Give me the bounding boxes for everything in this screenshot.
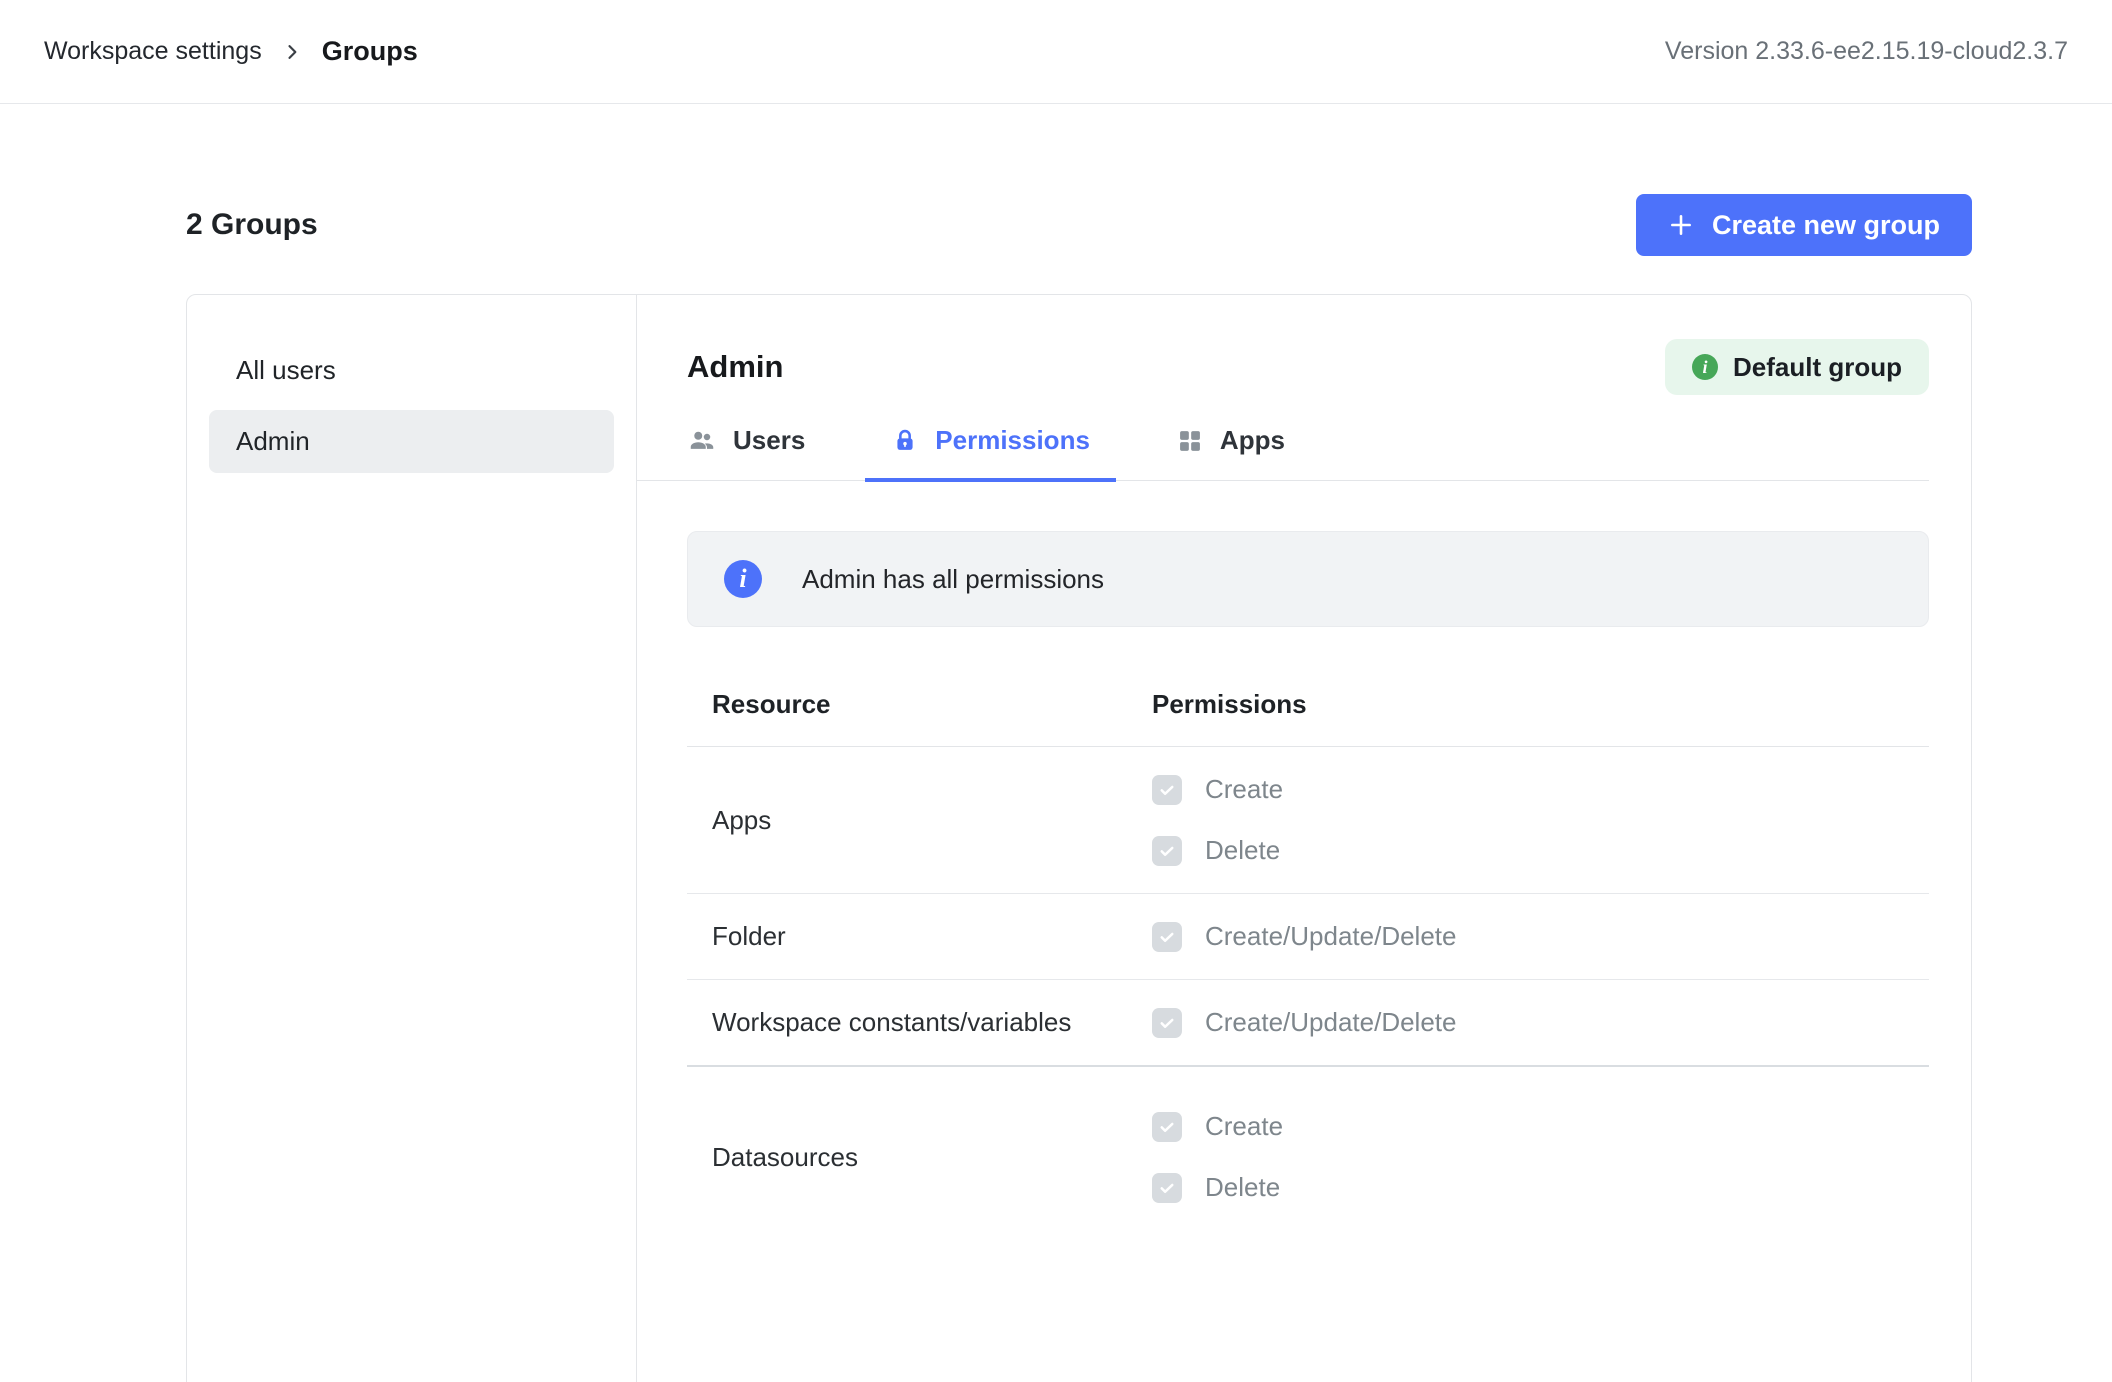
info-icon: i	[1692, 354, 1718, 380]
lock-icon	[891, 427, 919, 455]
users-icon	[687, 426, 717, 456]
group-title: Admin	[687, 349, 783, 385]
table-row-folder: Folder Create/Update/Delete	[687, 894, 1929, 980]
group-detail-panel: Admin i Default group Users	[637, 295, 1971, 1382]
breadcrumb-workspace-settings[interactable]: Workspace settings	[44, 37, 262, 66]
permission-option: Create	[1152, 774, 1929, 805]
tab-permissions[interactable]: Permissions	[865, 425, 1116, 482]
permissions-table-header: Resource Permissions	[687, 675, 1929, 747]
column-header-permissions: Permissions	[1130, 689, 1929, 720]
permissions-table: Resource Permissions Apps Create	[687, 675, 1929, 1243]
grid-icon	[1176, 427, 1204, 455]
create-new-group-label: Create new group	[1712, 210, 1940, 241]
tab-apps[interactable]: Apps	[1150, 425, 1311, 482]
breadcrumb: Workspace settings Groups	[44, 36, 418, 67]
permissions-cell: Create Delete	[1130, 1111, 1929, 1203]
resource-label: Apps	[687, 805, 1130, 836]
table-row-workspace-constants: Workspace constants/variables Create/Upd…	[687, 980, 1929, 1067]
permission-option: Create/Update/Delete	[1152, 1007, 1929, 1038]
groups-count-heading: 2 Groups	[186, 208, 318, 242]
permissions-cell: Create Delete	[1130, 774, 1929, 866]
group-tabs: Users Permissions Apps	[637, 425, 1929, 481]
permissions-info-banner: i Admin has all permissions	[687, 531, 1929, 627]
table-row-apps: Apps Create Delete	[687, 747, 1929, 894]
groups-card: All users Admin Admin i Default group Us…	[186, 294, 1972, 1382]
permission-option: Create/Update/Delete	[1152, 921, 1929, 952]
default-group-badge: i Default group	[1665, 339, 1929, 395]
resource-label: Folder	[687, 921, 1130, 952]
resource-label: Workspace constants/variables	[687, 1007, 1130, 1038]
default-group-badge-label: Default group	[1733, 352, 1902, 383]
tab-users-label: Users	[733, 425, 805, 456]
group-panel-header: Admin i Default group	[687, 339, 1929, 395]
resource-label: Datasources	[687, 1142, 1130, 1173]
permission-option: Delete	[1152, 835, 1929, 866]
table-row-datasources: Datasources Create Delete	[687, 1067, 1929, 1243]
tab-permissions-label: Permissions	[935, 425, 1090, 456]
permissions-cell: Create/Update/Delete	[1130, 1007, 1929, 1038]
checkbox-label: Create	[1205, 774, 1283, 805]
checkbox-label: Create	[1205, 1111, 1283, 1142]
plus-icon	[1668, 212, 1694, 238]
permission-option: Delete	[1152, 1172, 1929, 1203]
checkbox-datasources-create[interactable]	[1152, 1112, 1182, 1142]
column-header-resource: Resource	[687, 689, 1130, 720]
chevron-right-icon	[282, 42, 302, 62]
checkbox-workspace-constants-cud[interactable]	[1152, 1008, 1182, 1038]
permission-option: Create	[1152, 1111, 1929, 1142]
create-new-group-button[interactable]: Create new group	[1636, 194, 1972, 256]
info-circle-icon: i	[724, 560, 762, 598]
permissions-info-text: Admin has all permissions	[802, 564, 1104, 595]
tab-users[interactable]: Users	[661, 425, 831, 482]
top-header: Workspace settings Groups Version 2.33.6…	[0, 0, 2112, 104]
breadcrumb-groups: Groups	[322, 36, 418, 67]
checkbox-datasources-delete[interactable]	[1152, 1173, 1182, 1203]
permissions-cell: Create/Update/Delete	[1130, 921, 1929, 952]
checkbox-label: Delete	[1205, 835, 1280, 866]
checkbox-folder-cud[interactable]	[1152, 922, 1182, 952]
version-label: Version 2.33.6-ee2.15.19-cloud2.3.7	[1665, 37, 2068, 66]
checkbox-apps-delete[interactable]	[1152, 836, 1182, 866]
checkbox-label: Create/Update/Delete	[1205, 1007, 1456, 1038]
tab-apps-label: Apps	[1220, 425, 1285, 456]
sidebar-item-admin[interactable]: Admin	[209, 410, 614, 473]
checkbox-label: Create/Update/Delete	[1205, 921, 1456, 952]
sidebar-item-all-users[interactable]: All users	[209, 339, 614, 402]
group-list-sidebar: All users Admin	[187, 295, 637, 1382]
checkbox-apps-create[interactable]	[1152, 775, 1182, 805]
groups-toolbar: 2 Groups Create new group	[186, 194, 1972, 256]
checkbox-label: Delete	[1205, 1172, 1280, 1203]
main-content: 2 Groups Create new group All users Admi…	[186, 194, 1972, 1382]
